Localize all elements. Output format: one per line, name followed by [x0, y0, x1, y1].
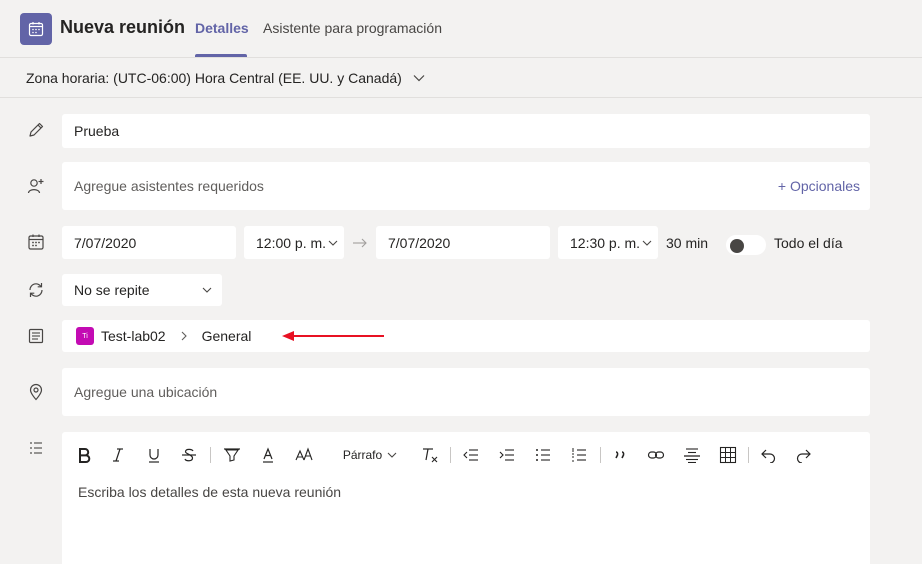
calendar-icon	[26, 232, 46, 252]
repeat-select[interactable]: No se repite	[62, 274, 222, 306]
decrease-indent-icon	[463, 449, 478, 461]
font-size-icon	[295, 447, 313, 461]
chevron-right-icon	[181, 331, 187, 341]
location-input[interactable]: Agregue una ubicación	[62, 368, 870, 416]
attendees-input[interactable]: Agregue asistentes requeridos + Opcional…	[62, 162, 870, 210]
tab-detalles[interactable]: Detalles	[195, 20, 249, 36]
channel-icon	[26, 326, 46, 346]
bold-icon	[79, 448, 91, 463]
annotation-arrow-icon	[282, 331, 384, 341]
numbered-list-button[interactable]	[568, 442, 590, 468]
highlighter-icon	[224, 448, 240, 462]
underline-button[interactable]	[144, 442, 164, 468]
chevron-down-icon	[387, 452, 397, 458]
end-time-select[interactable]: 12:30 p. m.	[558, 226, 658, 259]
font-color-button[interactable]	[258, 442, 278, 468]
timezone-selector[interactable]: Zona horaria: (UTC-06:00) Hora Central (…	[0, 58, 922, 98]
duration-label: 30 min	[666, 235, 709, 251]
team-name: Test-lab02	[101, 328, 166, 344]
link-icon	[647, 451, 665, 459]
pencil-icon	[26, 120, 46, 140]
strikethrough-button[interactable]	[179, 442, 199, 468]
italic-button[interactable]	[108, 442, 128, 468]
location-placeholder: Agregue una ubicación	[74, 384, 218, 400]
page-title: Nueva reunión	[60, 17, 186, 37]
optional-attendees-link[interactable]: + Opcionales	[778, 178, 860, 194]
decrease-indent-button[interactable]	[460, 442, 482, 468]
bulleted-list-button[interactable]	[532, 442, 554, 468]
numbered-list-icon	[572, 448, 586, 462]
start-date-value: 7/07/2020	[74, 234, 137, 251]
font-size-button[interactable]	[292, 442, 316, 468]
toggle-knob	[730, 239, 744, 253]
highlight-button[interactable]	[222, 442, 242, 468]
redo-icon	[796, 449, 811, 463]
details-editor[interactable]: Párrafo Escriba los detalles de esta nue…	[62, 432, 870, 564]
dialog-header: Nueva reunión Detalles Asistente para pr…	[0, 0, 922, 58]
end-date-value: 7/07/2020	[388, 234, 451, 251]
toolbar-separator	[748, 447, 749, 463]
font-color-icon	[263, 447, 273, 463]
all-day-label: Todo el día	[774, 235, 843, 251]
undo-icon	[761, 449, 776, 463]
increase-indent-icon	[499, 449, 514, 461]
strikethrough-icon	[182, 448, 196, 462]
title-value: Prueba	[74, 123, 120, 139]
format-toolbar: Párrafo	[62, 442, 870, 468]
repeat-value: No se repite	[74, 282, 150, 298]
table-icon	[719, 446, 737, 464]
arrow-right-icon	[353, 238, 367, 248]
insert-table-button[interactable]	[718, 442, 738, 468]
horizontal-rule-icon	[684, 448, 700, 463]
team-badge: Ti	[76, 327, 94, 345]
location-pin-icon	[26, 382, 46, 402]
chevron-down-icon	[202, 287, 212, 293]
end-time-value: 12:30 p. m.	[570, 234, 641, 251]
quote-icon	[615, 451, 625, 459]
bulleted-list-icon	[536, 449, 550, 461]
repeat-icon	[26, 280, 46, 300]
timezone-label: Zona horaria: (UTC-06:00) Hora Central (…	[26, 69, 402, 86]
editor-placeholder: Escriba los detalles de esta nueva reuni…	[78, 484, 342, 500]
all-day-toggle[interactable]	[726, 235, 766, 255]
active-tab-indicator	[195, 54, 247, 57]
title-input[interactable]: Prueba	[62, 114, 870, 148]
tab-asistente-programacion[interactable]: Asistente para programación	[263, 20, 442, 36]
bulleted-list-icon	[26, 438, 46, 458]
end-date-input[interactable]: 7/07/2020	[376, 226, 550, 259]
horizontal-rule-button[interactable]	[682, 442, 702, 468]
start-time-select[interactable]: 12:00 p. m.	[244, 226, 344, 259]
chevron-down-icon	[328, 240, 338, 246]
start-date-input[interactable]: 7/07/2020	[62, 226, 236, 259]
link-button[interactable]	[646, 442, 666, 468]
channel-selector[interactable]: Ti Test-lab02 General	[62, 320, 870, 352]
toolbar-separator	[600, 447, 601, 463]
attendees-placeholder: Agregue asistentes requeridos	[74, 178, 264, 194]
calendar-app-icon	[20, 13, 52, 45]
toolbar-separator	[450, 447, 451, 463]
quote-button[interactable]	[610, 442, 630, 468]
paragraph-style-label: Párrafo	[342, 448, 383, 462]
chevron-down-icon	[413, 74, 425, 81]
channel-name: General	[201, 328, 252, 344]
undo-button[interactable]	[758, 442, 778, 468]
redo-button[interactable]	[794, 442, 814, 468]
clear-formatting-button[interactable]	[420, 442, 440, 468]
bold-button[interactable]	[74, 442, 94, 468]
underline-icon	[149, 449, 159, 463]
add-person-icon	[26, 176, 46, 196]
increase-indent-button[interactable]	[496, 442, 518, 468]
chevron-down-icon	[642, 240, 652, 246]
clear-formatting-icon	[423, 448, 438, 463]
start-time-value: 12:00 p. m.	[256, 234, 327, 251]
toolbar-separator	[210, 447, 211, 463]
italic-icon	[113, 448, 123, 462]
paragraph-style-dropdown[interactable]: Párrafo	[340, 442, 400, 468]
